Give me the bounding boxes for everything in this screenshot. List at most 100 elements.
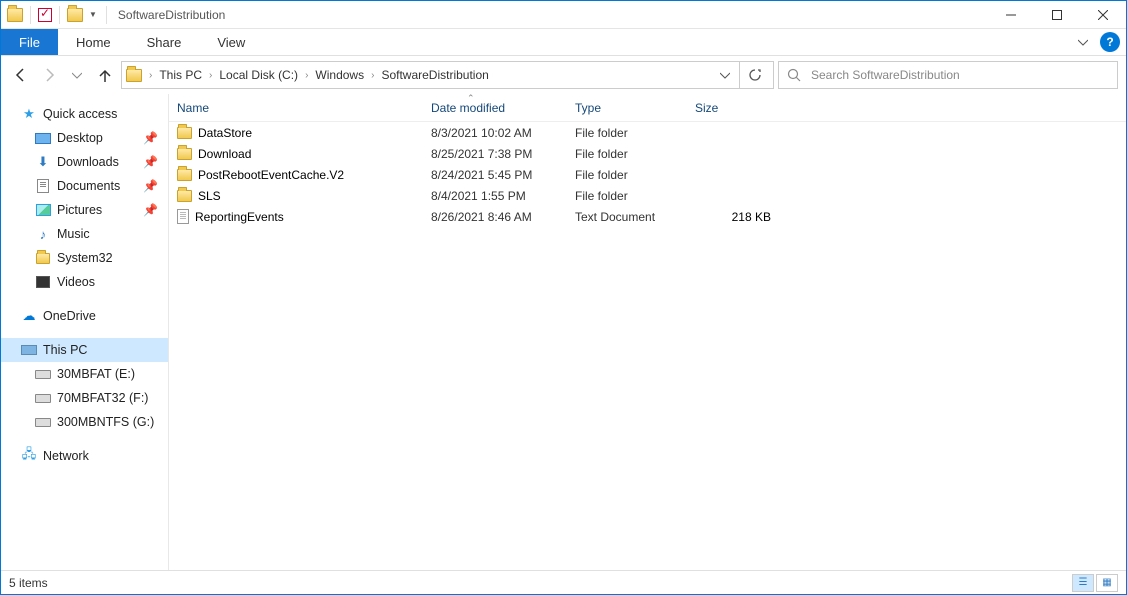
breadcrumb[interactable]: SoftwareDistribution [377, 68, 492, 82]
separator [106, 6, 107, 24]
pin-icon: 📌 [143, 131, 158, 145]
pin-icon: 📌 [143, 203, 158, 217]
file-row[interactable]: ReportingEvents 8/26/2021 8:46 AMText Doc… [169, 206, 1126, 227]
address-dropdown-icon[interactable] [713, 70, 737, 80]
view-details-button[interactable]: ☰ [1072, 574, 1094, 592]
nav-item[interactable]: ♪Music [1, 222, 168, 246]
file-size: 218 KB [695, 210, 785, 224]
column-header-date[interactable]: Date modified [431, 101, 575, 115]
file-row[interactable]: SLS8/4/2021 1:55 PMFile folder [169, 185, 1126, 206]
breadcrumb[interactable]: This PC [155, 68, 206, 82]
minimize-button[interactable] [988, 1, 1034, 29]
nav-drive[interactable]: 300MBNTFS (G:) [1, 410, 168, 434]
network-icon: 🖧 [21, 448, 37, 464]
column-header-name[interactable]: Name [177, 101, 431, 115]
folder-icon [177, 148, 192, 160]
file-row[interactable]: DataStore8/3/2021 10:02 AMFile folder [169, 122, 1126, 143]
file-type: File folder [575, 189, 695, 203]
column-headers: Name ⌃ Date modified Type Size [169, 94, 1126, 122]
properties-icon[interactable] [38, 8, 52, 22]
nav-network[interactable]: 🖧 Network [1, 444, 168, 468]
maximize-icon [1052, 10, 1062, 20]
search-box[interactable] [778, 61, 1118, 89]
new-folder-icon[interactable] [67, 8, 83, 22]
recent-dropdown-icon[interactable] [65, 63, 89, 87]
up-button[interactable] [93, 63, 117, 87]
file-tab[interactable]: File [1, 29, 58, 55]
file-date: 8/3/2021 10:02 AM [431, 126, 575, 140]
file-name: PostRebootEventCache.V2 [198, 168, 344, 182]
back-button[interactable] [9, 63, 33, 87]
close-button[interactable] [1080, 1, 1126, 29]
folder-icon [177, 169, 192, 181]
breadcrumb[interactable]: Windows [311, 68, 368, 82]
sort-indicator-icon: ⌃ [467, 94, 475, 104]
nav-item[interactable]: Documents📌 [1, 174, 168, 198]
status-bar: 5 items ☰ ▦ [1, 570, 1126, 594]
breadcrumb-separator-icon[interactable]: › [208, 70, 213, 81]
qat-dropdown-icon[interactable]: ▼ [87, 10, 99, 19]
folder-icon [177, 190, 192, 202]
breadcrumb-separator-icon[interactable]: › [370, 70, 375, 81]
folder-icon [35, 250, 51, 266]
forward-button[interactable] [37, 63, 61, 87]
nav-drive[interactable]: 30MBFAT (E:) [1, 362, 168, 386]
drive-icon [35, 414, 51, 430]
quick-access-toolbar: ▼ [1, 6, 116, 24]
file-row[interactable]: PostRebootEventCache.V2 8/24/2021 5:45 PM… [169, 164, 1126, 185]
picture-icon [35, 202, 51, 218]
breadcrumb-separator-icon[interactable]: › [304, 70, 309, 81]
file-list: Name ⌃ Date modified Type Size DataStore… [169, 94, 1126, 570]
separator [59, 6, 60, 24]
tab-share[interactable]: Share [129, 29, 200, 55]
file-date: 8/25/2021 7:38 PM [431, 147, 575, 161]
ribbon: File Home Share View ? [1, 29, 1126, 56]
file-type: Text Document [575, 210, 695, 224]
status-count: 5 items [9, 576, 48, 590]
col-label: Name [177, 101, 209, 115]
nav-label: Pictures [57, 203, 102, 217]
address-bar[interactable]: › This PC › Local Disk (C:) › Windows › … [121, 61, 774, 89]
refresh-button[interactable] [739, 62, 769, 88]
file-type: File folder [575, 168, 695, 182]
titlebar: ▼ SoftwareDistribution [1, 1, 1126, 29]
desktop-icon [35, 130, 51, 146]
file-date: 8/24/2021 5:45 PM [431, 168, 575, 182]
nav-item[interactable]: System32 [1, 246, 168, 270]
maximize-button[interactable] [1034, 1, 1080, 29]
nav-quick-access[interactable]: ★ Quick access [1, 102, 168, 126]
pin-icon: 📌 [143, 155, 158, 169]
help-button[interactable]: ? [1100, 32, 1120, 52]
breadcrumb-separator-icon[interactable]: › [148, 70, 153, 81]
column-header-type[interactable]: Type [575, 101, 695, 115]
file-name: SLS [198, 189, 221, 203]
nav-label: 300MBNTFS (G:) [57, 415, 154, 429]
navigation-pane[interactable]: ★ Quick access Desktop📌⬇Downloads📌Docume… [1, 94, 169, 570]
file-name: ReportingEvents [195, 210, 284, 224]
breadcrumb[interactable]: Local Disk (C:) [215, 68, 302, 82]
window-controls [988, 1, 1126, 29]
nav-label: Music [57, 227, 90, 241]
nav-label: This PC [43, 343, 87, 357]
nav-item[interactable]: Desktop📌 [1, 126, 168, 150]
collapse-ribbon-icon[interactable] [1072, 29, 1094, 55]
nav-item[interactable]: Videos [1, 270, 168, 294]
app-folder-icon [7, 8, 23, 22]
file-type: File folder [575, 126, 695, 140]
minimize-icon [1006, 10, 1016, 20]
file-row[interactable]: Download8/25/2021 7:38 PMFile folder [169, 143, 1126, 164]
tab-view[interactable]: View [199, 29, 263, 55]
nav-onedrive[interactable]: ☁ OneDrive [1, 304, 168, 328]
view-large-icons-button[interactable]: ▦ [1096, 574, 1118, 592]
column-header-size[interactable]: Size [695, 101, 785, 115]
nav-this-pc[interactable]: This PC [1, 338, 168, 362]
search-input[interactable] [809, 67, 1109, 83]
nav-label: 70MBFAT32 (F:) [57, 391, 148, 405]
nav-item[interactable]: ⬇Downloads📌 [1, 150, 168, 174]
file-date: 8/26/2021 8:46 AM [431, 210, 575, 224]
nav-item[interactable]: Pictures 📌 [1, 198, 168, 222]
col-label: Size [695, 101, 718, 115]
separator [30, 6, 31, 24]
tab-home[interactable]: Home [58, 29, 129, 55]
nav-drive[interactable]: 70MBFAT32 (F:) [1, 386, 168, 410]
